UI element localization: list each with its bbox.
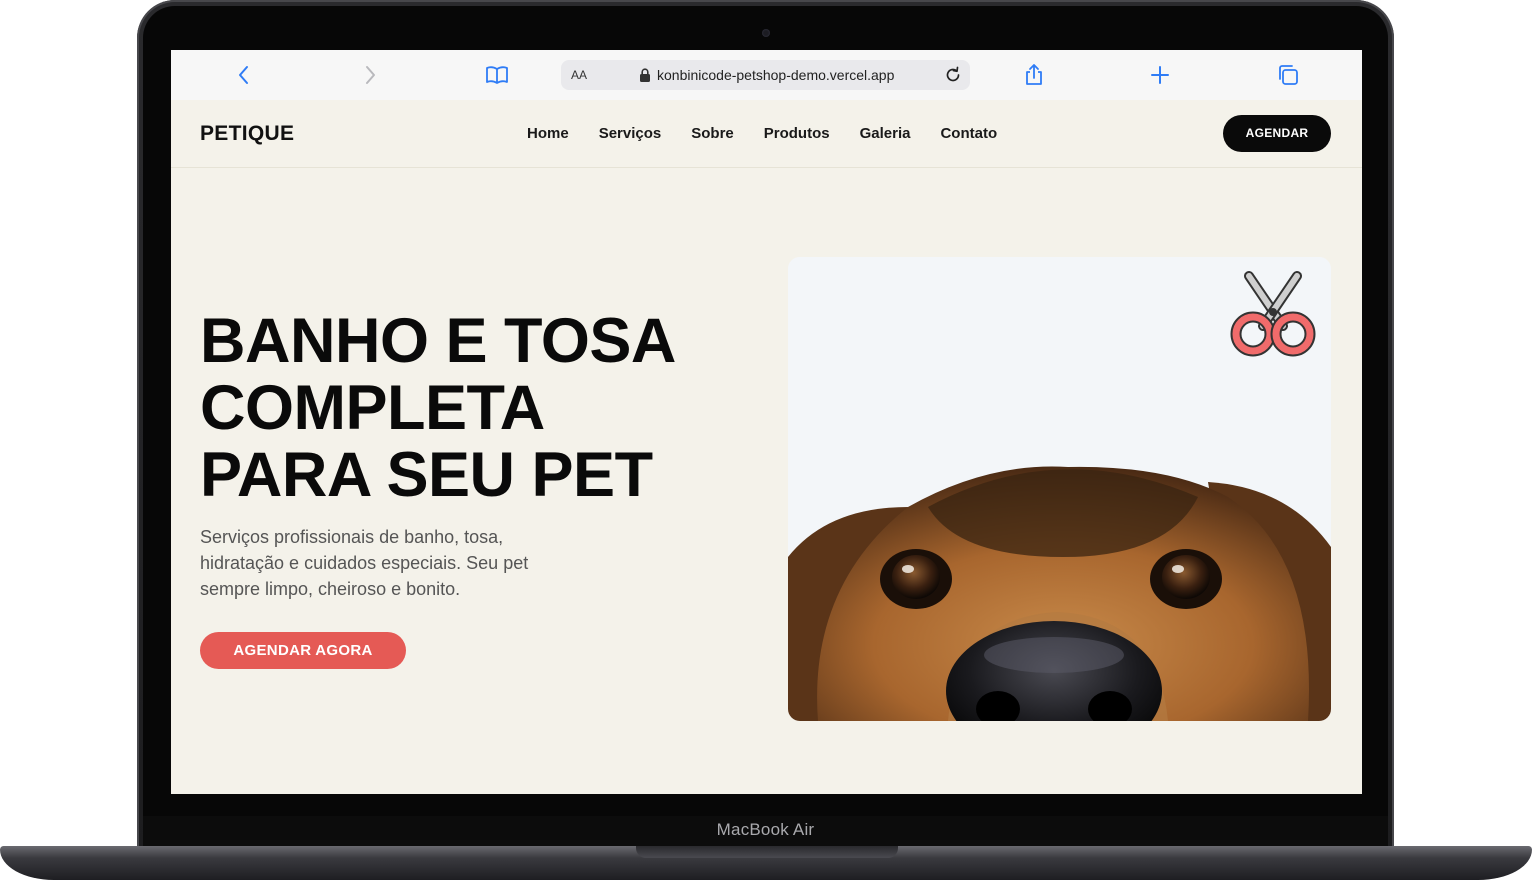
- reload-icon[interactable]: [943, 65, 963, 85]
- bookmarks-icon[interactable]: [485, 63, 509, 87]
- nav-sobre[interactable]: Sobre: [691, 125, 734, 142]
- nav-home[interactable]: Home: [527, 125, 569, 142]
- url-text: konbinicode-petshop-demo.vercel.app: [657, 67, 895, 83]
- hero-description: Serviços profissionais de banho, tosa, h…: [200, 527, 529, 599]
- tabs-overview-icon[interactable]: [1276, 63, 1300, 87]
- text-size-button[interactable]: AA: [571, 68, 587, 82]
- browser-screen: AA konbinicode-petshop-demo.vercel.app P…: [171, 50, 1362, 794]
- nav-produtos[interactable]: Produtos: [764, 125, 830, 142]
- new-tab-icon[interactable]: [1148, 63, 1172, 87]
- device-label: MacBook Air: [716, 820, 815, 839]
- site-header: PETIQUE Home Serviços Sobre Produtos Gal…: [171, 100, 1362, 168]
- lock-icon: [639, 68, 651, 82]
- nav-galeria[interactable]: Galeria: [860, 125, 911, 142]
- agendar-agora-button[interactable]: AGENDAR AGORA: [200, 632, 406, 669]
- forward-icon[interactable]: [358, 63, 382, 87]
- laptop-hinge-notch: [636, 846, 898, 858]
- hero-title-line: BANHO E TOSA: [200, 306, 676, 376]
- agendar-button[interactable]: AGENDAR: [1223, 115, 1331, 152]
- hero-title-line: PARA SEU PET: [200, 440, 653, 510]
- nav-contato[interactable]: Contato: [940, 125, 997, 142]
- site-logo[interactable]: PETIQUE: [200, 122, 294, 146]
- main-nav: Home Serviços Sobre Produtos Galeria Con…: [527, 125, 997, 142]
- nav-servicos[interactable]: Serviços: [599, 125, 662, 142]
- browser-toolbar: AA konbinicode-petshop-demo.vercel.app: [171, 50, 1362, 101]
- hero-title-line: COMPLETA: [200, 373, 545, 443]
- share-icon[interactable]: [1022, 63, 1046, 87]
- camera-icon: [762, 29, 770, 37]
- hero-title: BANHO E TOSA COMPLETA PARA SEU PET: [200, 308, 760, 509]
- back-icon[interactable]: [232, 63, 256, 87]
- address-bar[interactable]: AA konbinicode-petshop-demo.vercel.app: [561, 60, 970, 90]
- scissors-icon: [1227, 268, 1323, 364]
